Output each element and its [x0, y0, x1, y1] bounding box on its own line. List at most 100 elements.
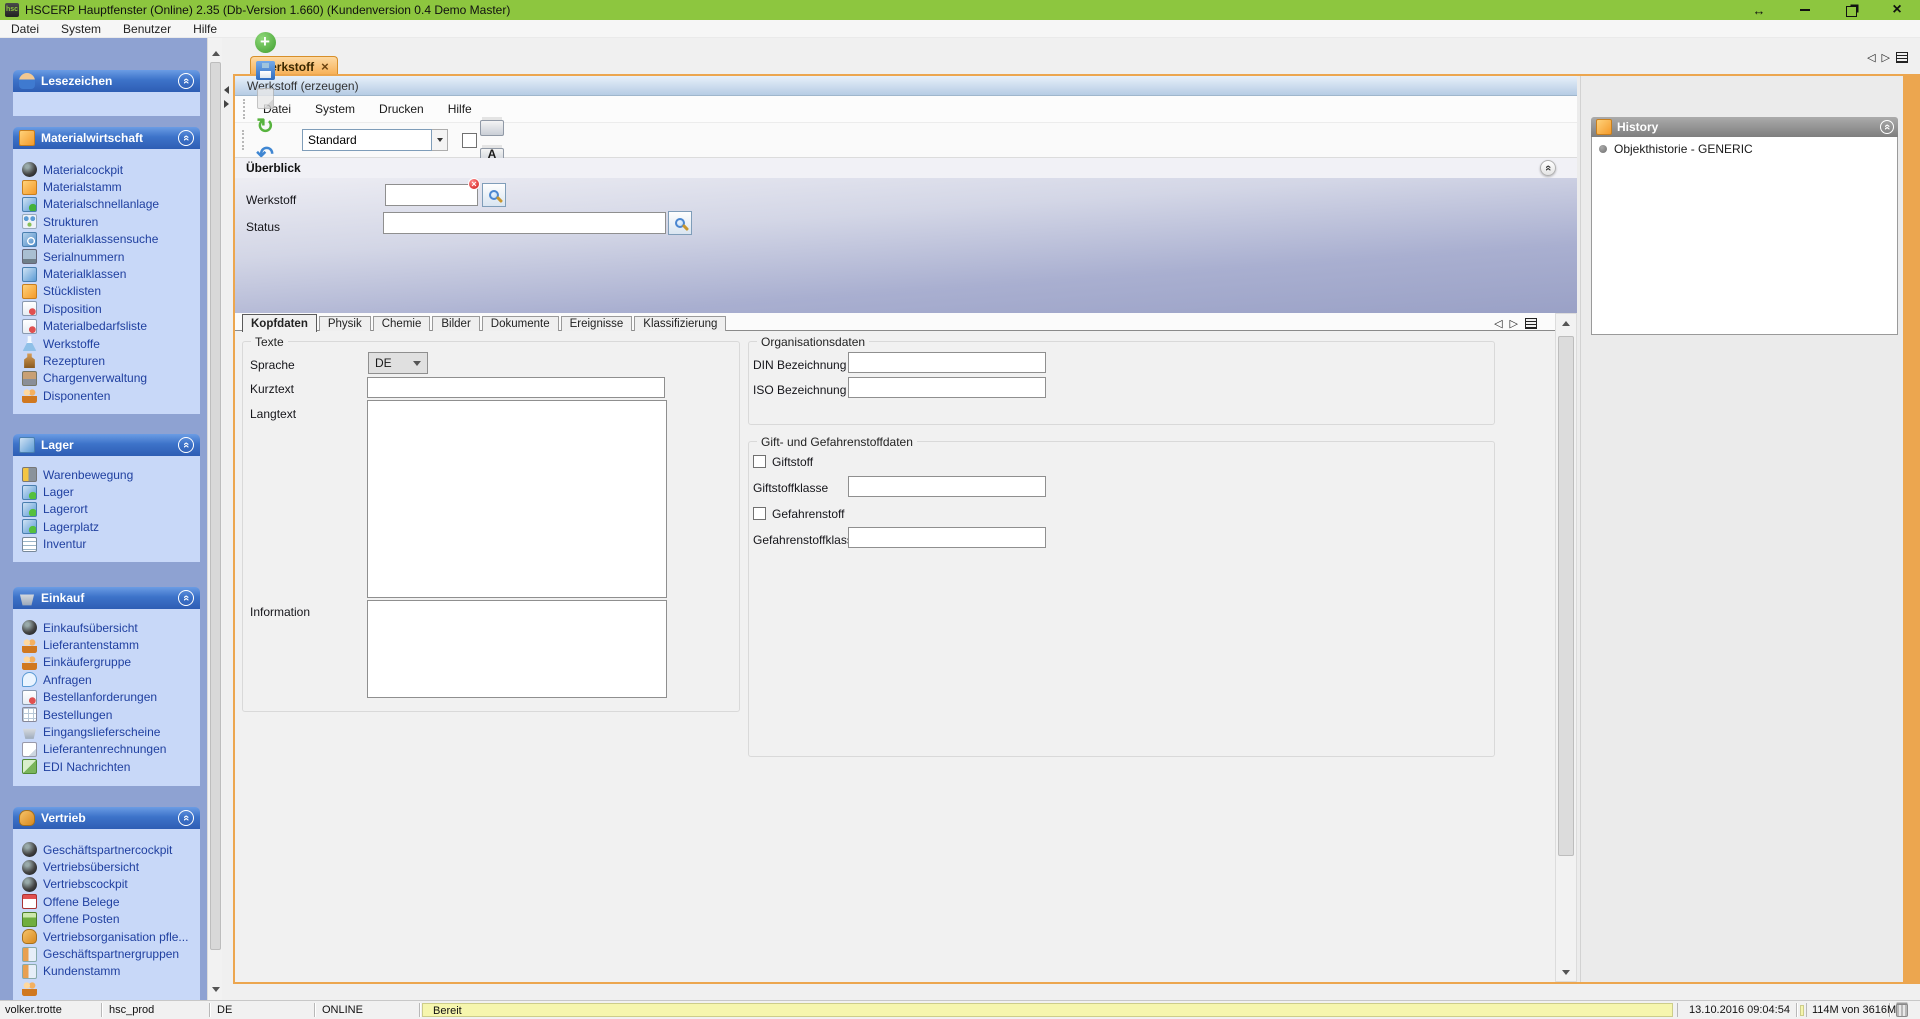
- sidebar-item-bestellanforderungen[interactable]: Bestellanforderungen: [13, 689, 200, 706]
- scroll-up-icon[interactable]: [1558, 316, 1574, 330]
- sidebar-item-lagerort[interactable]: Lagerort: [13, 501, 200, 518]
- form-scrollbar[interactable]: [1555, 313, 1577, 982]
- langtext-textarea[interactable]: [367, 400, 667, 598]
- gefahrenstoffklasse-input[interactable]: [848, 527, 1046, 548]
- form-tab-klassifizierung[interactable]: Klassifizierung: [634, 316, 726, 331]
- form-tab-list-icon[interactable]: [1525, 318, 1537, 329]
- minimize-button[interactable]: [1782, 0, 1828, 20]
- sidebar-item-materialklassensuche[interactable]: Materialklassensuche: [13, 231, 200, 248]
- collapse-overview-button[interactable]: [1540, 160, 1556, 176]
- form-tab-bilder[interactable]: Bilder: [432, 316, 479, 331]
- toolbar-checkbox[interactable]: [462, 133, 477, 148]
- sidebar-item-vertriebsorganisation-pfle[interactable]: Vertriebsorganisation pfle...: [13, 928, 200, 945]
- copy-button[interactable]: [250, 84, 280, 112]
- sidebar-item-vertriebscockpit[interactable]: Vertriebscockpit: [13, 876, 200, 893]
- sidebar-section-header-lesezeichen[interactable]: Lesezeichen: [13, 70, 200, 92]
- sidebar-section-header-einkauf[interactable]: Einkauf: [13, 587, 200, 609]
- sidebar-item-materialschnellanlage[interactable]: Materialschnellanlage: [13, 196, 200, 213]
- sidebar-item-materialcockpit[interactable]: Materialcockpit: [13, 161, 200, 178]
- sidebar-item-st-cklisten[interactable]: Stücklisten: [13, 283, 200, 300]
- profile-dropdown-icon[interactable]: [432, 129, 448, 151]
- sidebar-item-offene-belege[interactable]: Offene Belege: [13, 893, 200, 910]
- giftstoff-checkbox[interactable]: [753, 455, 766, 468]
- werkstoff-input[interactable]: [385, 184, 478, 206]
- profile-input[interactable]: [302, 129, 432, 151]
- status-search-button[interactable]: [668, 211, 692, 235]
- sidebar-item-werkstoffe[interactable]: Werkstoffe: [13, 335, 200, 352]
- sidebar-item-gesch-ftspartnercockpit[interactable]: Geschäftspartnercockpit: [13, 841, 200, 858]
- menu-datei[interactable]: Datei: [0, 20, 50, 38]
- tab-scroll-right-icon[interactable]: [1882, 50, 1890, 64]
- scroll-up-icon[interactable]: [209, 46, 222, 60]
- tab-list-icon[interactable]: [1896, 52, 1908, 63]
- sprache-dropdown[interactable]: DE: [368, 352, 428, 374]
- collapse-section-button[interactable]: [178, 73, 194, 89]
- iso-input[interactable]: [848, 377, 1046, 398]
- form-tab-chemie[interactable]: Chemie: [373, 316, 431, 331]
- sidebar-scroll-thumb[interactable]: [210, 62, 221, 950]
- sidebar-item-edi-nachrichten[interactable]: EDI Nachrichten: [13, 758, 200, 775]
- save-button[interactable]: [250, 56, 280, 84]
- sidebar-item-offene-posten[interactable]: Offene Posten: [13, 911, 200, 928]
- sidebar-item-item[interactable]: [13, 980, 200, 997]
- sidebar-item-gesch-ftspartnergruppen[interactable]: Geschäftspartnergruppen: [13, 945, 200, 962]
- gc-trash-icon[interactable]: [1896, 1004, 1908, 1017]
- form-tab-physik[interactable]: Physik: [319, 316, 371, 331]
- collapse-section-button[interactable]: [178, 810, 194, 826]
- status-input[interactable]: [383, 212, 666, 234]
- scroll-down-icon[interactable]: [209, 982, 222, 996]
- sidebar-item-kundenstamm[interactable]: Kundenstamm: [13, 963, 200, 980]
- form-tab-left-icon[interactable]: [1494, 316, 1502, 330]
- sidebar-item-disposition[interactable]: Disposition: [13, 300, 200, 317]
- sidebar-item-vertriebs-bersicht[interactable]: Vertriebsübersicht: [13, 858, 200, 875]
- sidebar-item-disponenten[interactable]: Disponenten: [13, 387, 200, 404]
- close-button[interactable]: [1874, 0, 1920, 20]
- tab-scroll-left-icon[interactable]: [1867, 50, 1875, 64]
- form-tab-dokumente[interactable]: Dokumente: [482, 316, 559, 331]
- close-tab-icon[interactable]: [321, 59, 329, 74]
- sidebar-item-strukturen[interactable]: Strukturen: [13, 213, 200, 230]
- history-item[interactable]: Objekthistorie - GENERIC: [1599, 142, 1897, 156]
- sidebar-item-anfragen[interactable]: Anfragen: [13, 671, 200, 688]
- doc-menu-system[interactable]: System: [303, 102, 367, 116]
- sidebar-section-header-lager[interactable]: Lager: [13, 434, 200, 456]
- sidebar-item-lieferantenstamm[interactable]: Lieferantenstamm: [13, 636, 200, 653]
- sidebar-section-header-materialwirtschaft[interactable]: Materialwirtschaft: [13, 127, 200, 149]
- gefahrenstoff-checkbox[interactable]: [753, 507, 766, 520]
- sidebar-item-materialklassen[interactable]: Materialklassen: [13, 265, 200, 282]
- resize-icon[interactable]: [1736, 0, 1782, 20]
- sidebar-item-materialstamm[interactable]: Materialstamm: [13, 178, 200, 195]
- refresh-button[interactable]: [250, 112, 280, 140]
- sidebar-item-lager[interactable]: Lager: [13, 483, 200, 500]
- sidebar-item-eingangslieferscheine[interactable]: Eingangslieferscheine: [13, 723, 200, 740]
- collapse-section-button[interactable]: [178, 130, 194, 146]
- form-scroll-thumb[interactable]: [1558, 336, 1574, 856]
- collapse-section-button[interactable]: [178, 437, 194, 453]
- sidebar-item-warenbewegung[interactable]: Warenbewegung: [13, 466, 200, 483]
- form-tab-right-icon[interactable]: [1510, 316, 1518, 330]
- restore-button[interactable]: [1828, 0, 1874, 20]
- doc-menu-drucken[interactable]: Drucken: [367, 102, 436, 116]
- collapse-section-button[interactable]: [178, 590, 194, 606]
- sidebar-splitter[interactable]: [224, 86, 229, 108]
- menu-benutzer[interactable]: Benutzer: [112, 20, 182, 38]
- sidebar-scrollbar[interactable]: [207, 38, 222, 1000]
- sidebar-item-lieferantenrechnungen[interactable]: Lieferantenrechnungen: [13, 741, 200, 758]
- print-button[interactable]: [477, 112, 507, 140]
- werkstoff-search-button[interactable]: [482, 183, 506, 207]
- sidebar-item-einkaufs-bersicht[interactable]: Einkaufsübersicht: [13, 619, 200, 636]
- menu-system[interactable]: System: [50, 20, 112, 38]
- sidebar-item-materialbedarfsliste[interactable]: Materialbedarfsliste: [13, 318, 200, 335]
- collapse-history-button[interactable]: [1880, 120, 1894, 134]
- kurztext-input[interactable]: [367, 377, 665, 398]
- giftstoffklasse-input[interactable]: [848, 476, 1046, 497]
- form-tab-kopfdaten[interactable]: Kopfdaten: [242, 314, 317, 332]
- din-input[interactable]: [848, 352, 1046, 373]
- sidebar-item-rezepturen[interactable]: Rezepturen: [13, 352, 200, 369]
- information-textarea[interactable]: [367, 600, 667, 698]
- sidebar-item-eink-ufergruppe[interactable]: Einkäufergruppe: [13, 654, 200, 671]
- scroll-down-icon[interactable]: [1558, 965, 1574, 979]
- menu-hilfe[interactable]: Hilfe: [182, 20, 228, 38]
- sidebar-item-lagerplatz[interactable]: Lagerplatz: [13, 518, 200, 535]
- sidebar-item-serialnummern[interactable]: Serialnummern: [13, 248, 200, 265]
